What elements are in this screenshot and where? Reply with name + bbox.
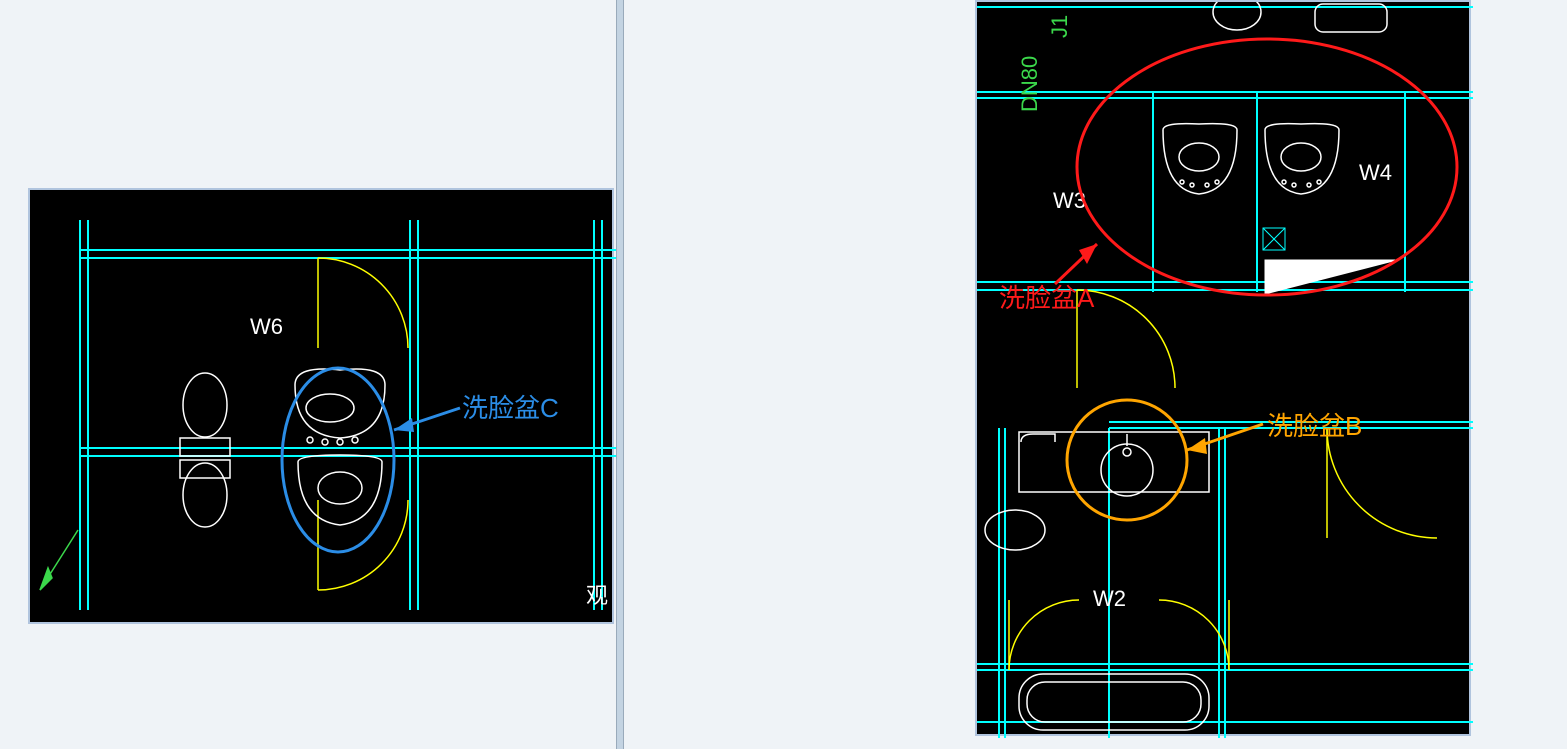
text-dn80: DN80 [1017, 56, 1043, 112]
right-cad-drawing [977, 2, 1473, 738]
room-label-w3: W3 [1053, 188, 1086, 214]
text-j1: J1 [1047, 15, 1073, 38]
text-misc: 观 [586, 578, 608, 610]
annotation-label-c: 洗脸盆C [462, 388, 559, 425]
split-divider[interactable] [616, 0, 624, 749]
left-cad-viewport[interactable]: W6 观 洗脸盆C [28, 188, 614, 624]
room-label-w4: W4 [1359, 160, 1392, 186]
room-label-w6: W6 [250, 314, 283, 340]
annotation-label-a: 洗脸盆A [999, 278, 1094, 315]
right-cad-viewport[interactable]: DN80 J1 W3 W4 W2 洗脸盆A 洗脸盆B [975, 0, 1471, 736]
room-label-w2: W2 [1093, 586, 1126, 612]
annotation-label-b: 洗脸盆B [1267, 406, 1362, 443]
